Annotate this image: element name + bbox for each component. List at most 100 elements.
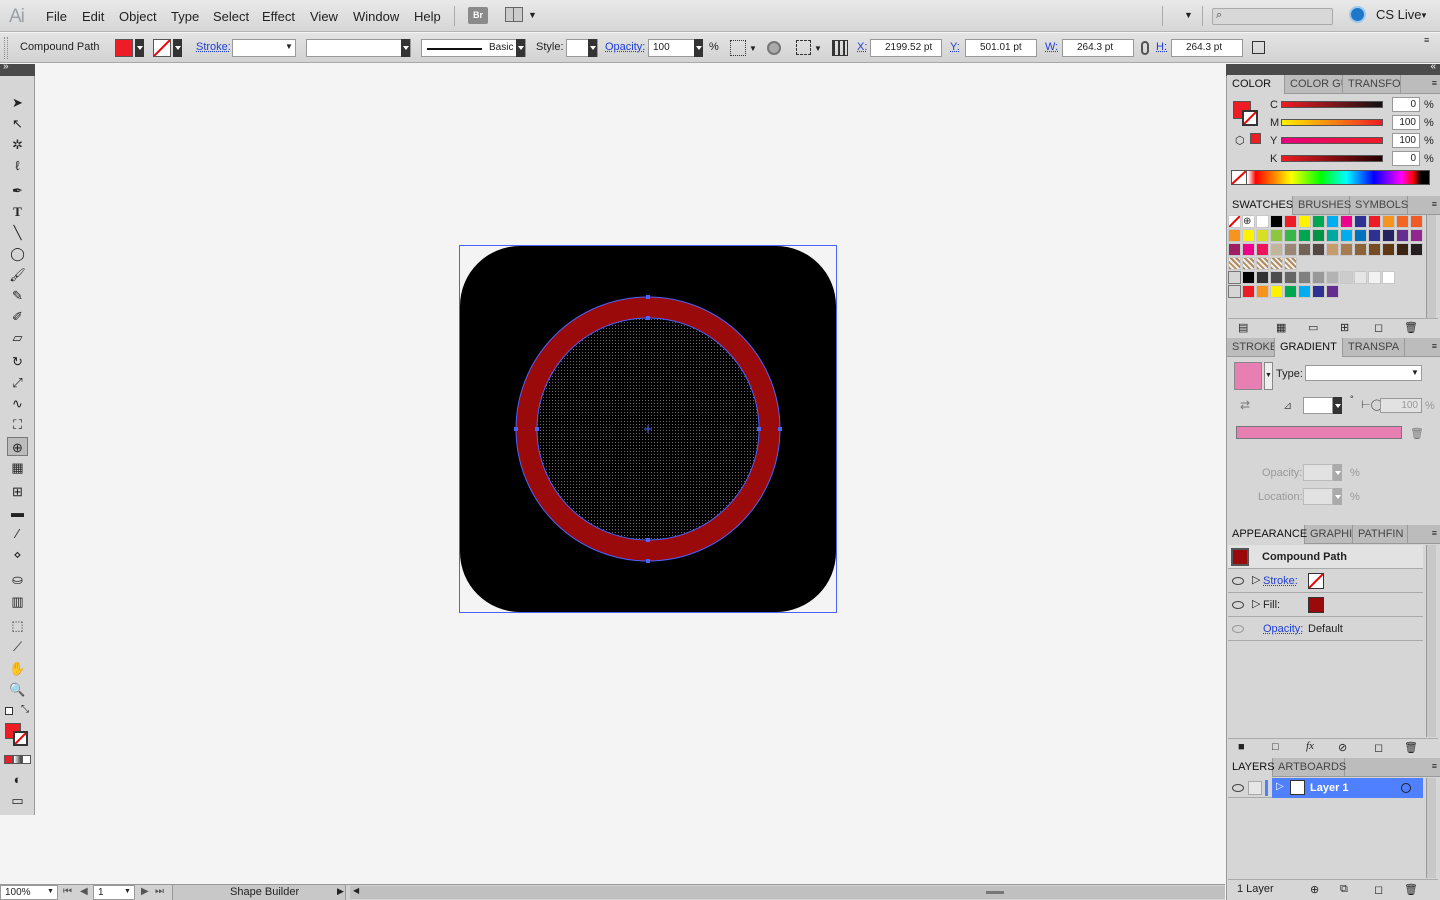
reference-point-icon[interactable] — [832, 40, 848, 56]
ellipse-tool-icon[interactable]: ◯ — [7, 244, 28, 263]
swap-colors-icon[interactable]: ⤡ — [21, 704, 29, 715]
swatch[interactable] — [1298, 229, 1311, 242]
brush-definition-field[interactable]: Basic — [421, 39, 526, 57]
swatch[interactable] — [1396, 229, 1409, 242]
collapse-icon[interactable]: « — [1430, 61, 1436, 72]
color-mode-icon[interactable] — [4, 755, 13, 764]
chevron-down-icon[interactable]: ▼ — [1420, 11, 1428, 20]
stop-location-dropdown[interactable] — [1333, 488, 1342, 505]
swatch[interactable] — [1354, 229, 1367, 242]
opacity-dropdown-arrow[interactable] — [694, 39, 703, 57]
opacity-label[interactable]: Opacity: — [605, 41, 645, 53]
zoom-tool-icon[interactable]: 🔍 — [7, 680, 28, 699]
menu-type[interactable]: Type — [171, 9, 199, 24]
trash-icon[interactable]: 🗑 — [1404, 741, 1418, 754]
menu-help[interactable]: Help — [414, 9, 441, 24]
swatch[interactable] — [1368, 271, 1381, 284]
none-mode-icon[interactable] — [22, 755, 31, 764]
channel-c-field[interactable]: 0 — [1392, 97, 1420, 112]
symbol-sprayer-tool-icon[interactable]: ⛀ — [7, 570, 28, 589]
fill-dropdown-arrow[interactable] — [135, 39, 144, 57]
line-tool-icon[interactable]: ╲ — [7, 223, 28, 242]
opacity-field[interactable]: 100 — [648, 39, 700, 57]
color-stroke-swatch[interactable] — [1242, 110, 1258, 126]
swatch[interactable] — [1256, 285, 1269, 298]
scroll-left-icon[interactable]: ◀ — [353, 886, 359, 895]
type-tool-icon[interactable]: T — [7, 202, 28, 221]
channel-y-slider[interactable] — [1281, 137, 1383, 144]
swatch[interactable] — [1284, 285, 1297, 298]
swatch[interactable] — [1284, 271, 1297, 284]
swatch[interactable] — [1326, 243, 1339, 256]
aspect-ratio-field[interactable]: 100 — [1380, 398, 1422, 413]
none-color-box[interactable] — [1231, 170, 1247, 185]
swatch[interactable] — [1396, 243, 1409, 256]
new-layer-icon[interactable]: ◻ — [1374, 883, 1383, 896]
style-dropdown-arrow[interactable] — [588, 39, 597, 57]
tab-appearance[interactable]: APPEARANCE — [1227, 525, 1307, 544]
target-icon[interactable] — [1401, 783, 1411, 793]
canvas[interactable] — [36, 64, 1225, 884]
perspective-grid-tool-icon[interactable]: ▦ — [7, 458, 28, 477]
swatch-pattern[interactable] — [1242, 257, 1255, 270]
swatch[interactable] — [1354, 243, 1367, 256]
hand-tool-icon[interactable]: ✋ — [7, 659, 28, 678]
swatch[interactable] — [1228, 243, 1241, 256]
swatch[interactable] — [1284, 243, 1297, 256]
gradient-angle-field[interactable] — [1303, 397, 1333, 414]
angle-dropdown-arrow[interactable] — [1333, 397, 1342, 414]
swatch[interactable] — [1410, 243, 1423, 256]
menu-edit[interactable]: Edit — [82, 9, 104, 24]
swatch-pattern[interactable] — [1270, 257, 1283, 270]
fill-color-swatch[interactable] — [115, 39, 133, 57]
tab-transform[interactable]: TRANSFOR — [1343, 75, 1401, 94]
chevron-down-icon[interactable]: ▼ — [285, 42, 293, 51]
y-label[interactable]: Y: — [950, 41, 960, 53]
h-field[interactable]: 264.3 pt — [1171, 39, 1243, 57]
swatch[interactable] — [1326, 271, 1339, 284]
add-stroke-icon[interactable]: ■ — [1238, 741, 1245, 753]
free-transform-tool-icon[interactable]: ⛶ — [7, 415, 28, 434]
channel-c-slider[interactable] — [1281, 101, 1383, 108]
color-group-folder-icon[interactable] — [1228, 285, 1241, 298]
swatch[interactable] — [1298, 215, 1311, 228]
swatch-kinds-icon[interactable]: ▦ — [1276, 321, 1286, 334]
tab-graphic-styles[interactable]: GRAPHIC — [1305, 525, 1353, 544]
swatch[interactable] — [1368, 215, 1381, 228]
swatch[interactable] — [1326, 285, 1339, 298]
appearance-header-row[interactable]: Compound Path — [1228, 545, 1423, 569]
appearance-fill-swatch[interactable] — [1308, 597, 1324, 613]
artboard-tool-icon[interactable]: ⬚ — [7, 616, 28, 635]
last-artboard-icon[interactable]: ⏭ — [155, 886, 164, 897]
w-label[interactable]: W: — [1045, 41, 1058, 53]
panel-menu-icon[interactable]: ≡ — [1424, 35, 1429, 45]
arrange-documents-button[interactable] — [505, 7, 523, 22]
swatches-scrollbar[interactable] — [1426, 215, 1436, 318]
eye-icon[interactable] — [1232, 601, 1244, 609]
trash-icon[interactable]: 🗑 — [1404, 883, 1418, 896]
stop-opacity-dropdown[interactable] — [1333, 464, 1342, 481]
swatch[interactable] — [1368, 243, 1381, 256]
clear-appearance-icon[interactable]: ⊘ — [1338, 741, 1347, 754]
swatch[interactable] — [1312, 271, 1325, 284]
swatch[interactable] — [1382, 271, 1395, 284]
new-color-group-icon[interactable]: ⊞ — [1340, 321, 1349, 334]
add-fill-icon[interactable]: □ — [1272, 741, 1279, 753]
swatch[interactable] — [1242, 271, 1255, 284]
brush-dropdown-arrow[interactable] — [516, 39, 525, 57]
column-graph-tool-icon[interactable]: ▥ — [7, 592, 28, 611]
stroke-color-box[interactable] — [13, 731, 28, 746]
collapse-icon[interactable]: » — [3, 61, 9, 72]
y-field[interactable]: 501.01 pt — [965, 39, 1037, 57]
panel-menu-icon[interactable]: ≡ — [1432, 341, 1437, 351]
appearance-fill-row[interactable]: ▷ Fill: — [1228, 593, 1423, 617]
swatch[interactable] — [1382, 215, 1395, 228]
tab-pathfinder[interactable]: PATHFIN — [1353, 525, 1408, 544]
swatch[interactable] — [1270, 271, 1283, 284]
swatch[interactable] — [1382, 243, 1395, 256]
rotate-tool-icon[interactable]: ↻ — [7, 352, 28, 371]
cs-live-menu[interactable]: CS Live — [1376, 7, 1422, 22]
next-artboard-icon[interactable]: ▶ — [141, 886, 149, 897]
appearance-stroke-label[interactable]: Stroke: — [1263, 575, 1298, 587]
stroke-none-swatch[interactable] — [153, 39, 171, 57]
